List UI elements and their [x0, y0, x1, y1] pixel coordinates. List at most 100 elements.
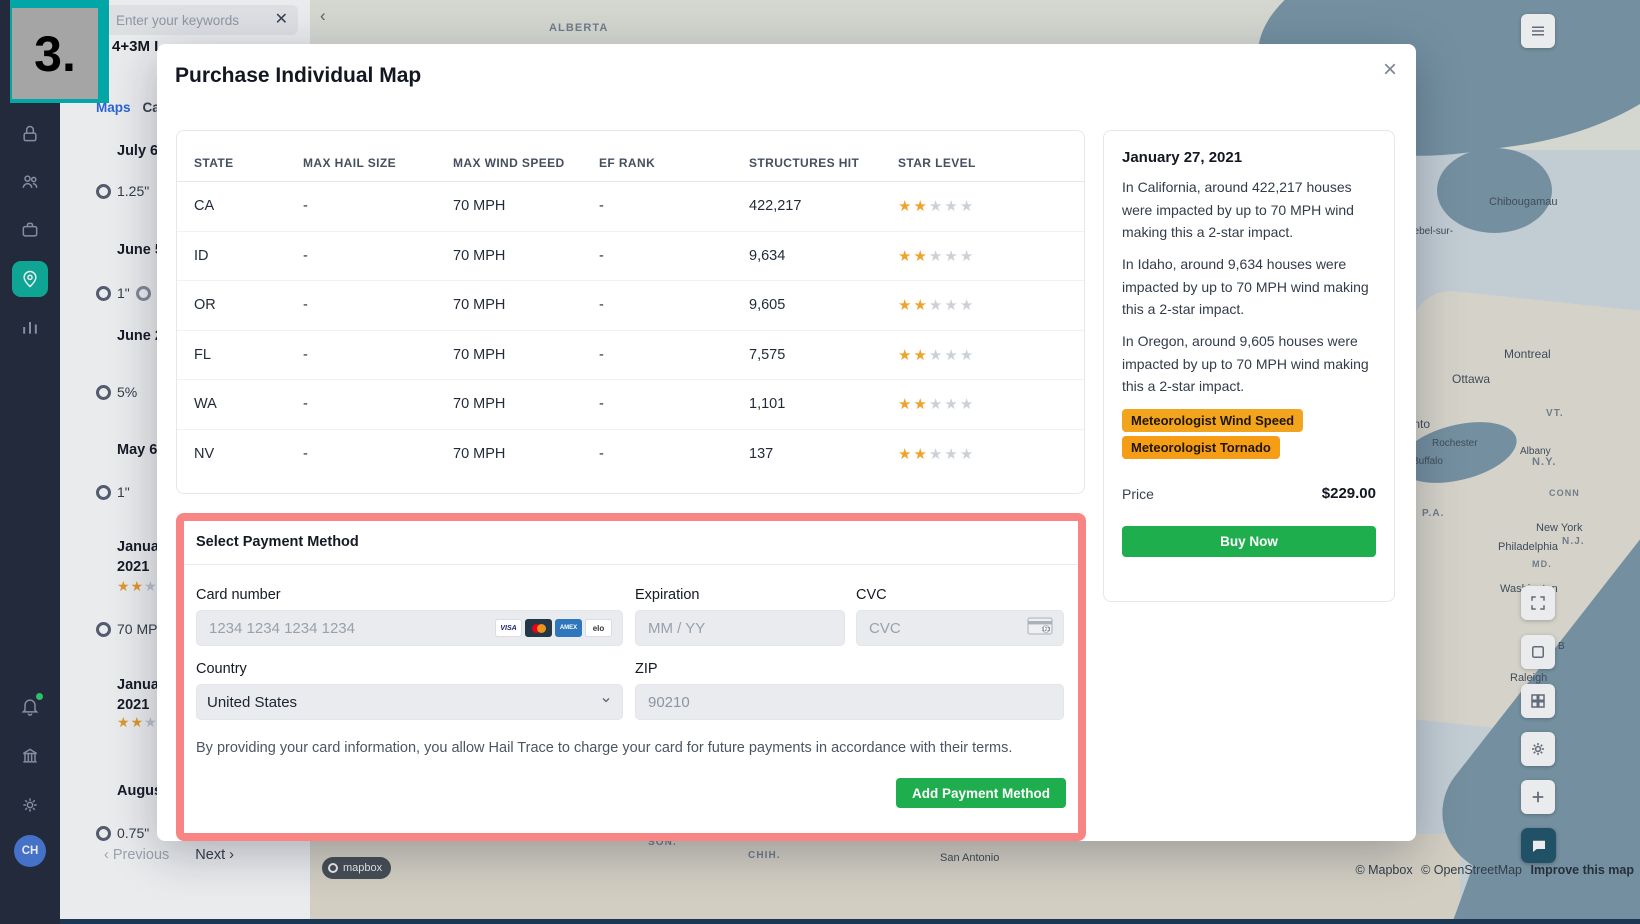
summary-paragraph: In Idaho, around 9,634 houses were impac…: [1122, 256, 1369, 318]
table-cell: 70 MPH: [453, 247, 506, 264]
divider: [184, 564, 1078, 565]
country-select[interactable]: United States: [196, 684, 623, 720]
column-header: MAX WIND SPEED: [453, 156, 565, 170]
price-row: Price $229.00: [1122, 485, 1376, 502]
svg-text:123: 123: [1042, 627, 1051, 633]
table-cell: 1,101: [749, 396, 786, 413]
table-row: CA - 70 MPH - 422,217 ★ ★ ★ ★ ★: [177, 182, 1084, 232]
close-icon[interactable]: ×: [1383, 56, 1397, 84]
app-screen: ALBERTA Chibougamau Lebel-sur- Montreal Otta…: [0, 0, 1640, 924]
star-rating: ★ ★ ★ ★ ★: [898, 395, 1067, 413]
table-cell: 9,634: [749, 247, 786, 264]
table-cell: 70 MPH: [453, 396, 506, 413]
table-cell: -: [599, 198, 604, 215]
chevron-down-icon: [600, 693, 612, 711]
cvc-card-icon: 123: [1027, 617, 1053, 640]
star-icon: ★: [944, 247, 958, 265]
column-header: STRUCTURES HIT: [749, 156, 860, 170]
star-icon: ★: [913, 396, 927, 414]
cvc-label: CVC: [856, 587, 887, 603]
table-cell: 70 MPH: [453, 445, 506, 462]
zip-input[interactable]: [646, 692, 1053, 712]
expiration-input[interactable]: [646, 618, 834, 638]
star-icon: ★: [959, 396, 974, 414]
payment-terms-text: By providing your card information, you …: [196, 740, 1013, 756]
step-number: 3.: [34, 25, 76, 82]
star-icon: ★: [959, 247, 974, 265]
table-cell: 70 MPH: [453, 297, 506, 314]
mastercard-icon: [525, 619, 552, 637]
table-cell: OR: [194, 297, 216, 314]
table-row: OR -70 MPH -9,605 ★ ★ ★ ★ ★: [177, 281, 1084, 331]
visa-icon: VISA: [495, 619, 522, 637]
country-value: United States: [207, 693, 298, 711]
star-icon: ★: [898, 346, 912, 364]
table-cell: -: [303, 297, 308, 314]
table-row: ID -70 MPH -9,634 ★ ★ ★ ★ ★: [177, 232, 1084, 281]
table-cell: -: [303, 198, 308, 215]
expiration-label: Expiration: [635, 587, 700, 603]
star-rating: ★ ★ ★ ★ ★: [898, 346, 1067, 364]
modal-title: Purchase Individual Map: [175, 64, 422, 87]
zip-field[interactable]: [635, 684, 1064, 720]
expiration-field[interactable]: [635, 610, 845, 646]
elo-icon: elo: [585, 619, 612, 637]
star-icon: ★: [928, 346, 943, 364]
star-icon: ★: [959, 198, 974, 216]
meteorologist-badge: Meteorologist Wind Speed: [1122, 409, 1304, 433]
star-icon: ★: [928, 396, 943, 414]
impact-table-body: CA -70 MPH -422,217 ★ ★ ★ ★ ★ ID -70 MPH -9,634 ★ ★ ★…: [177, 182, 1084, 478]
price-label: Price: [1122, 485, 1154, 502]
table-cell: NV: [194, 445, 215, 462]
star-icon: ★: [928, 445, 943, 463]
summary-card: January 27, 2021 In California, around 4…: [1103, 130, 1395, 602]
amex-icon: AMEX: [555, 619, 582, 637]
column-header: STATE: [194, 156, 234, 170]
table-cell: -: [303, 247, 308, 264]
table-cell: -: [599, 247, 604, 264]
card-brand-icons: VISA AMEX elo: [495, 619, 612, 637]
star-rating: ★ ★ ★ ★ ★: [898, 197, 1067, 215]
star-rating: ★ ★ ★ ★ ★: [898, 445, 1067, 463]
table-cell: FL: [194, 346, 211, 363]
table-cell: -: [303, 396, 308, 413]
table-cell: 9,605: [749, 297, 786, 314]
impact-table-card: STATE MAX HAIL SIZE MAX WIND SPEED EF RA…: [176, 130, 1085, 494]
table-cell: 70 MPH: [453, 198, 506, 215]
table-row: FL -70 MPH -7,575 ★ ★ ★ ★ ★: [177, 331, 1084, 380]
table-cell: -: [599, 346, 604, 363]
star-icon: ★: [913, 247, 927, 265]
table-cell: 7,575: [749, 346, 786, 363]
meteorologist-badge: Meteorologist Tornado: [1122, 436, 1280, 460]
cvc-input[interactable]: [867, 618, 1027, 638]
summary-paragraphs: In California, around 422,217 houses wer…: [1122, 176, 1376, 398]
column-header: STAR LEVEL: [898, 156, 976, 170]
column-header: MAX HAIL SIZE: [303, 156, 396, 170]
table-row: NV -70 MPH -137 ★ ★ ★ ★ ★: [177, 430, 1084, 479]
card-number-field[interactable]: VISA AMEXelo: [196, 610, 623, 646]
table-row: WA -70 MPH -1,101 ★ ★ ★ ★ ★: [177, 380, 1084, 430]
cvc-field[interactable]: 123: [856, 610, 1064, 646]
star-icon: ★: [944, 396, 958, 414]
table-cell: ID: [194, 247, 209, 264]
table-cell: 70 MPH: [453, 346, 506, 363]
star-icon: ★: [928, 297, 943, 315]
table-cell: WA: [194, 396, 217, 413]
step-annotation-box: 3.: [12, 8, 98, 99]
star-rating: ★ ★ ★ ★ ★: [898, 296, 1067, 314]
star-icon: ★: [898, 247, 912, 265]
star-icon: ★: [898, 445, 912, 463]
summary-badges: Meteorologist Wind Speed Meteorologist To…: [1122, 407, 1376, 461]
step-annotation: 3.: [10, 0, 109, 103]
payment-heading: Select Payment Method: [196, 534, 359, 550]
table-cell: 422,217: [749, 198, 802, 215]
star-icon: ★: [913, 297, 927, 315]
card-number-input[interactable]: [207, 618, 495, 638]
zip-label: ZIP: [635, 661, 658, 677]
buy-now-button[interactable]: Buy Now: [1122, 526, 1376, 558]
table-cell: 137: [749, 445, 774, 462]
add-payment-method-button[interactable]: Add Payment Method: [895, 778, 1066, 808]
star-icon: ★: [944, 346, 958, 364]
table-cell: CA: [194, 198, 215, 215]
table-cell: -: [303, 445, 308, 462]
